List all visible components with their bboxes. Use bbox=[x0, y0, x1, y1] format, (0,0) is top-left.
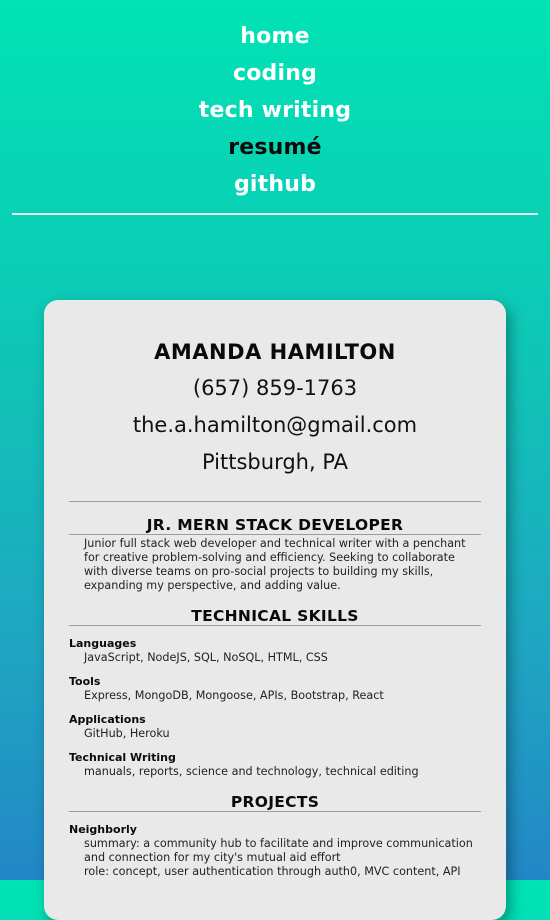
resume-name: AMANDA HAMILTON bbox=[154, 340, 396, 364]
nav-link-resume[interactable]: resumé bbox=[0, 129, 550, 166]
skill-label: Technical Writing bbox=[69, 751, 176, 764]
project-summary: summary: a community hub to facilitate a… bbox=[84, 837, 473, 864]
projects-heading: PROJECTS bbox=[230, 793, 320, 811]
project-name: Neighborly bbox=[69, 823, 137, 836]
skill-value: JavaScript, NodeJS, SQL, NoSQL, HTML, CS… bbox=[84, 651, 328, 664]
project-item: Neighborly summary: a community hub to f… bbox=[44, 823, 506, 879]
main-nav: home coding tech writing resumé github bbox=[0, 18, 550, 203]
nav-link-tech-writing[interactable]: tech writing bbox=[0, 92, 550, 129]
resume-email[interactable]: the.a.hamilton@gmail.com bbox=[44, 407, 506, 444]
skills-heading: TECHNICAL SKILLS bbox=[191, 607, 359, 625]
skill-label: Tools bbox=[69, 675, 101, 688]
skill-value: manuals, reports, science and technology… bbox=[84, 765, 419, 778]
skill-group-tools: Tools Express, MongoDB, Mongoose, APIs, … bbox=[44, 675, 506, 703]
nav-link-github[interactable]: github bbox=[0, 166, 550, 203]
resume-card: AMANDA HAMILTON (657) 859-1763 the.a.ham… bbox=[44, 300, 506, 920]
nav-divider bbox=[12, 213, 538, 215]
skill-group-languages: Languages JavaScript, NodeJS, SQL, NoSQL… bbox=[44, 637, 506, 665]
resume-location: Pittsburgh, PA bbox=[201, 450, 349, 474]
skill-label: Applications bbox=[69, 713, 146, 726]
section-rule bbox=[69, 501, 481, 502]
nav-link-coding[interactable]: coding bbox=[0, 55, 550, 92]
skill-group-technical-writing: Technical Writing manuals, reports, scie… bbox=[44, 751, 506, 779]
skill-value: Express, MongoDB, Mongoose, APIs, Bootst… bbox=[84, 689, 384, 702]
skill-label: Languages bbox=[69, 637, 137, 650]
resume-phone: (657) 859-1763 bbox=[192, 376, 358, 400]
project-role: role: concept, user authentication throu… bbox=[84, 865, 461, 878]
skill-value: GitHub, Heroku bbox=[84, 727, 170, 740]
skill-group-applications: Applications GitHub, Heroku bbox=[44, 713, 506, 741]
nav-link-home[interactable]: home bbox=[0, 18, 550, 55]
resume-summary: Junior full stack web developer and tech… bbox=[84, 537, 466, 592]
resume-title: JR. MERN STACK DEVELOPER bbox=[146, 516, 404, 534]
section-rule bbox=[69, 534, 481, 535]
section-rule bbox=[69, 811, 481, 812]
section-rule bbox=[69, 625, 481, 626]
